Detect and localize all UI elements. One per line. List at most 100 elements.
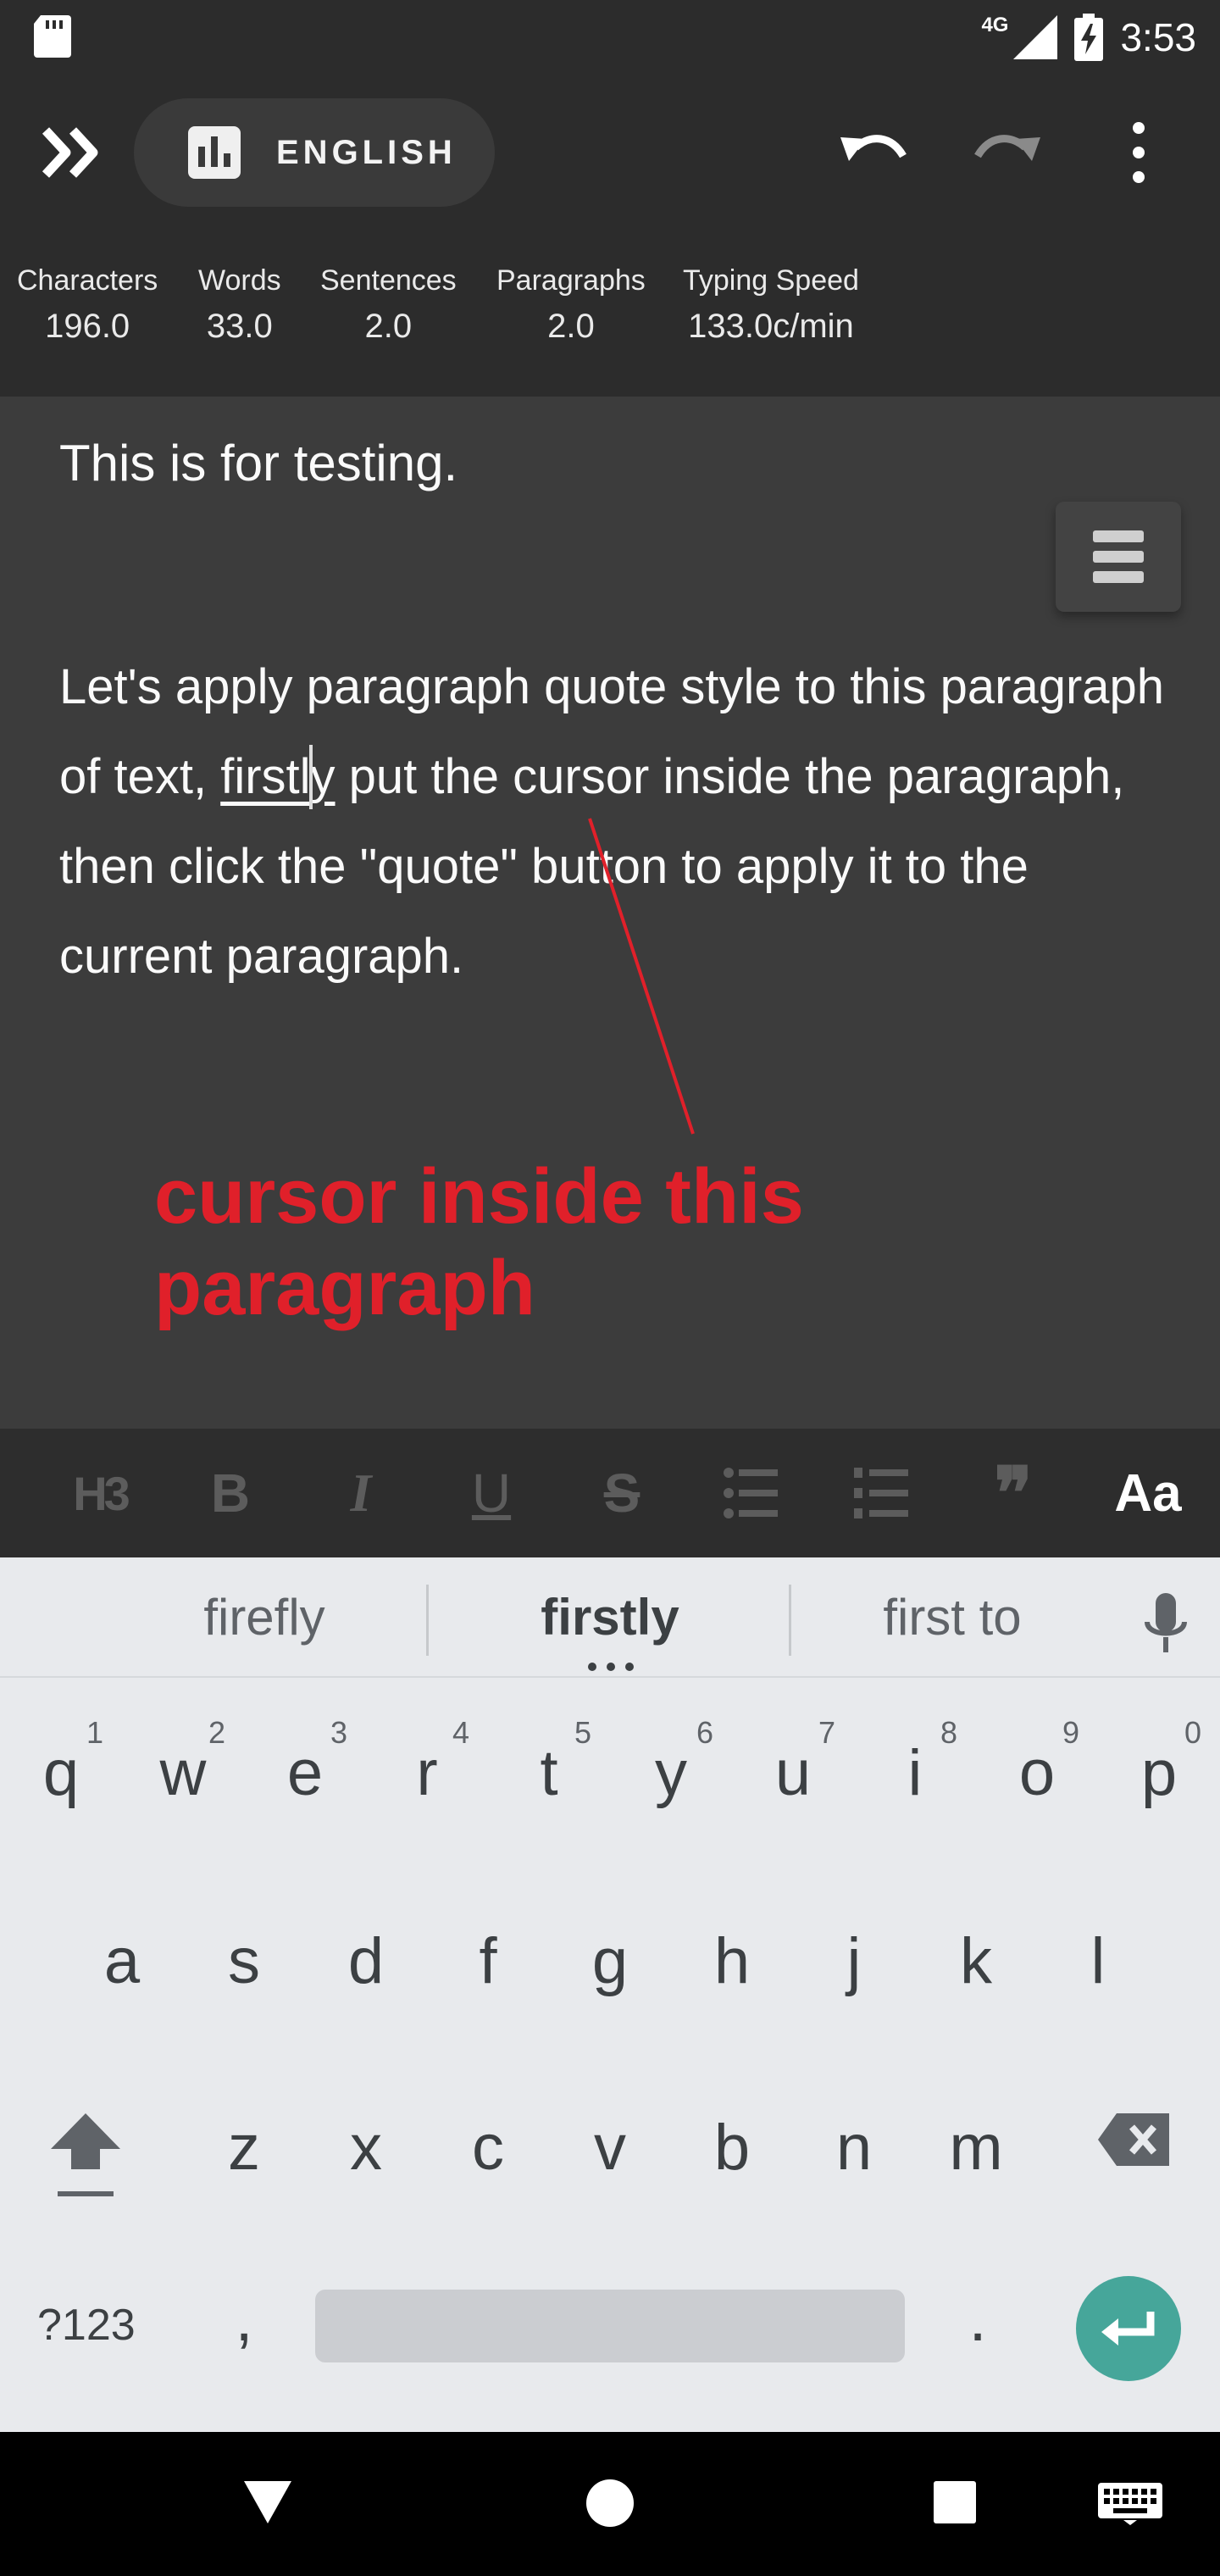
suggestion-strip: firefly firstly first to — [0, 1557, 1220, 1678]
language-selector[interactable]: ENGLISH — [134, 98, 495, 207]
key-letter: o — [1018, 1737, 1056, 1809]
key-8[interactable]: 9o — [976, 1715, 1098, 1825]
text-cursor — [308, 744, 313, 809]
menu-lines-icon[interactable] — [1056, 502, 1181, 612]
numbered-list-icon[interactable] — [849, 1459, 917, 1527]
language-label: ENGLISH — [276, 133, 457, 171]
key-5[interactable]: 6y — [610, 1715, 732, 1825]
heading-button[interactable]: H3 — [66, 1459, 134, 1527]
key-letter: i — [907, 1737, 923, 1809]
signal-icon — [1013, 15, 1058, 59]
key-0[interactable]: 1q — [0, 1715, 122, 1825]
more-suggestions-dots[interactable] — [588, 1663, 634, 1671]
key-j[interactable]: j — [793, 1924, 915, 2000]
back-icon[interactable] — [242, 2479, 293, 2525]
key-letter: e — [286, 1737, 324, 1809]
paragraph-1[interactable]: This is for testing. — [59, 434, 458, 492]
key-hint-number: 9 — [1062, 1715, 1080, 1750]
paragraph-2[interactable]: Let's apply paragraph quote style to thi… — [59, 642, 1178, 1002]
key-d[interactable]: d — [305, 1924, 427, 2000]
redo-icon[interactable] — [973, 122, 1044, 183]
underline-button[interactable]: U — [458, 1459, 525, 1527]
key-hint-number: 0 — [1184, 1715, 1202, 1750]
bulleted-list-icon[interactable] — [718, 1459, 786, 1527]
stat-words: Words 33.0 — [198, 264, 281, 345]
text-editor[interactable]: This is for testing. Let's apply paragra… — [0, 397, 1220, 1429]
space-key[interactable] — [315, 2290, 905, 2362]
more-vert-icon[interactable] — [1120, 119, 1157, 186]
key-hint-number: 2 — [208, 1715, 226, 1750]
suggestion-center[interactable]: firstly — [441, 1588, 779, 1646]
key-3[interactable]: 4r — [366, 1715, 488, 1825]
key-4[interactable]: 5t — [488, 1715, 610, 1825]
key-2[interactable]: 3e — [244, 1715, 366, 1825]
bold-button[interactable]: B — [197, 1459, 264, 1527]
soft-keyboard: 1q2w3e4r5t6y7u8i9o0p asdfghjkl zxcvbnm ?… — [0, 1678, 1220, 2432]
key-letter: q — [42, 1737, 80, 1809]
key-1[interactable]: 2w — [122, 1715, 244, 1825]
key-g[interactable]: g — [549, 1924, 671, 2000]
key-h[interactable]: h — [671, 1924, 793, 2000]
stat-sentences: Sentences 2.0 — [320, 264, 457, 345]
navigation-bar — [0, 2432, 1220, 2576]
network-type: 4G — [981, 14, 1009, 36]
quote-button[interactable]: ❞ — [979, 1455, 1047, 1534]
shift-icon[interactable] — [47, 2108, 124, 2201]
strikethrough-button[interactable]: S — [588, 1459, 656, 1527]
key-m[interactable]: m — [915, 2110, 1037, 2186]
enter-key[interactable] — [1076, 2276, 1181, 2381]
stat-characters: Characters 196.0 — [17, 264, 158, 345]
double-chevron-right-icon[interactable] — [41, 125, 105, 180]
composing-word: firstly — [220, 744, 336, 809]
key-z[interactable]: z — [183, 2110, 305, 2186]
key-6[interactable]: 7u — [732, 1715, 854, 1825]
stat-typing-speed: Typing Speed 133.0c/min — [683, 264, 859, 345]
key-hint-number: 5 — [574, 1715, 592, 1750]
key-hint-number: 3 — [330, 1715, 348, 1750]
keyboard-switch-icon[interactable] — [1098, 2483, 1162, 2525]
key-k[interactable]: k — [915, 1924, 1037, 2000]
key-l[interactable]: l — [1037, 1924, 1159, 2000]
microphone-icon[interactable] — [1142, 1591, 1190, 1659]
key-v[interactable]: v — [549, 2110, 671, 2186]
key-letter: u — [774, 1737, 812, 1809]
symbols-key[interactable]: ?123 — [37, 2300, 136, 2351]
sd-card-icon — [34, 15, 71, 58]
key-c[interactable]: c — [427, 2110, 549, 2186]
key-letter: w — [159, 1737, 207, 1809]
text-size-button[interactable]: Aa — [1110, 1459, 1186, 1527]
key-letter: t — [540, 1737, 558, 1809]
key-9[interactable]: 0p — [1098, 1715, 1220, 1825]
key-a[interactable]: a — [61, 1924, 183, 2000]
key-letter: p — [1140, 1737, 1178, 1809]
recents-icon[interactable] — [932, 2479, 978, 2525]
comma-key[interactable]: , — [183, 2281, 305, 2357]
home-icon[interactable] — [585, 2478, 635, 2529]
bar-chart-icon — [188, 126, 241, 179]
key-hint-number: 6 — [696, 1715, 714, 1750]
enter-arrow-icon — [1101, 2312, 1155, 2346]
suggestion-left[interactable]: firefly — [95, 1588, 434, 1646]
suggestion-divider — [426, 1585, 429, 1656]
period-key[interactable]: . — [917, 2281, 1039, 2357]
format-toolbar: H3 B I U S ❞ Aa — [0, 1429, 1220, 1557]
key-f[interactable]: f — [427, 1924, 549, 2000]
backspace-icon[interactable] — [1096, 2110, 1173, 2169]
key-b[interactable]: b — [671, 2110, 793, 2186]
key-hint-number: 4 — [452, 1715, 470, 1750]
annotation-text: cursor inside this paragraph — [154, 1153, 804, 1331]
key-s[interactable]: s — [183, 1924, 305, 2000]
key-hint-number: 1 — [86, 1715, 104, 1750]
battery-charging-icon — [1074, 14, 1104, 61]
key-letter: y — [655, 1737, 687, 1809]
key-n[interactable]: n — [793, 2110, 915, 2186]
suggestion-right[interactable]: first to — [783, 1588, 1122, 1646]
key-7[interactable]: 8i — [854, 1715, 976, 1825]
undo-icon[interactable] — [837, 122, 908, 183]
text-statistics: Characters 196.0 Words 33.0 Sentences 2.… — [0, 230, 1220, 397]
stat-paragraphs: Paragraphs 2.0 — [496, 264, 646, 345]
key-x[interactable]: x — [305, 2110, 427, 2186]
key-hint-number: 8 — [940, 1715, 958, 1750]
clock: 3:53 — [1120, 15, 1196, 59]
italic-button[interactable]: I — [327, 1459, 395, 1527]
